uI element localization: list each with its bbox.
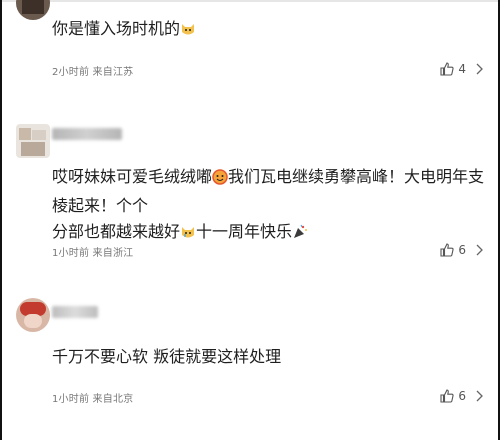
smiling-face-with-hearts-emoji xyxy=(212,167,228,193)
comment-meta: 1小时前 来自北京 xyxy=(52,394,134,405)
like-count: 6 xyxy=(458,243,466,257)
avatar[interactable] xyxy=(16,0,50,20)
like-button[interactable]: 6 xyxy=(440,241,466,259)
chevron-right-icon[interactable] xyxy=(472,62,486,76)
party-popper-emoji xyxy=(292,222,308,248)
like-count: 4 xyxy=(458,62,466,76)
comment-text: 你是懂入场时机的 xyxy=(52,16,488,45)
comment-text: 千万不要心软 叛徒就要这样处理 xyxy=(52,347,282,366)
comment-meta: 2小时前 来自江苏 xyxy=(52,67,134,78)
username-blurred[interactable] xyxy=(52,306,98,318)
avatar[interactable] xyxy=(16,298,50,332)
comment-item: 你是懂入场时机的 2小时前 来自江苏 4 xyxy=(0,0,500,100)
chevron-right-icon[interactable] xyxy=(472,389,486,403)
thumbs-up-icon xyxy=(440,389,454,403)
chevron-right-icon[interactable] xyxy=(472,243,486,257)
cat-face-emoji xyxy=(180,19,196,45)
comment-item: 哎呀妹妹可爱毛绒绒嘟 我们瓦电继续勇攀高峰！大电明年支棱起来！个个 分部也都越来越… xyxy=(0,100,500,280)
like-button[interactable]: 6 xyxy=(440,387,466,405)
crying-cat-emoji xyxy=(180,222,196,248)
like-button[interactable]: 4 xyxy=(440,60,466,78)
like-count: 6 xyxy=(458,389,466,403)
comment-item: 千万不要心软 叛徒就要这样处理 1小时前 来自北京 6 xyxy=(0,280,500,440)
comment-meta: 1小时前 来自浙江 xyxy=(52,248,134,259)
comment-text: 哎呀妹妹可爱毛绒绒嘟 我们瓦电继续勇攀高峰！大电明年支棱起来！个个 分部也都越来越… xyxy=(52,164,488,248)
thumbs-up-icon xyxy=(440,62,454,76)
thumbs-up-icon xyxy=(440,243,454,257)
avatar[interactable] xyxy=(16,124,50,158)
username-blurred[interactable] xyxy=(52,128,122,140)
